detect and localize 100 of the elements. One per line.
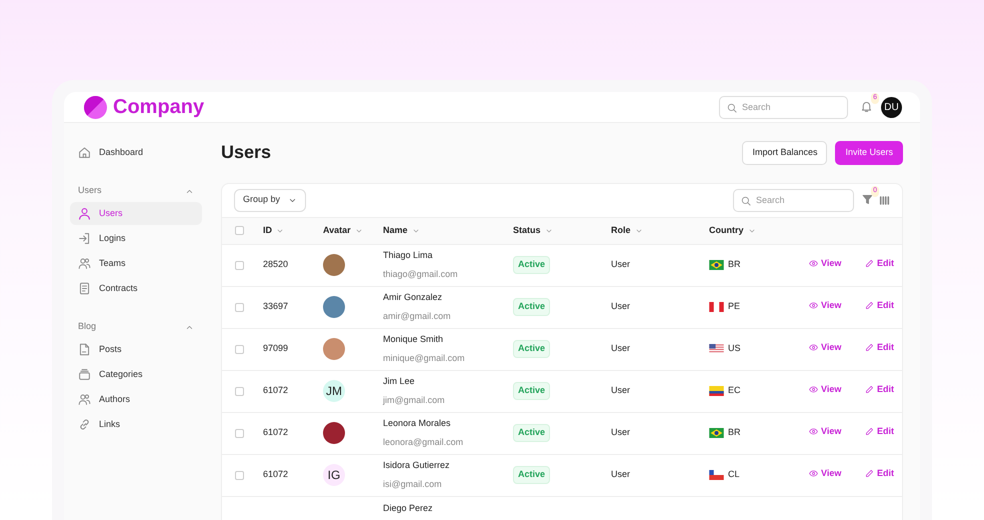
sidebar-item[interactable]: Contracts — [70, 277, 202, 300]
user-role: User — [611, 258, 632, 272]
column-header[interactable]: Status — [513, 224, 541, 238]
user-name: Monique Smith — [383, 333, 444, 346]
view-link[interactable]: View — [809, 341, 842, 355]
edit-link[interactable]: Edit — [865, 467, 894, 481]
column-header[interactable]: ID — [263, 224, 272, 238]
document-icon — [78, 282, 91, 295]
user-id: 61072 — [263, 426, 290, 440]
eye-icon — [809, 343, 818, 352]
flag-icon — [709, 260, 724, 270]
column-header[interactable]: Role — [611, 224, 631, 238]
pencil-icon — [865, 469, 874, 478]
select-all-checkbox[interactable] — [235, 226, 244, 235]
pencil-icon — [865, 259, 874, 268]
search-icon — [727, 102, 737, 112]
view-link[interactable]: View — [809, 425, 842, 439]
user-name: Leonora Morales — [383, 417, 452, 430]
row-checkbox[interactable] — [235, 428, 244, 438]
row-checkbox[interactable] — [235, 470, 244, 480]
status-badge: Active — [513, 466, 550, 484]
pencil-icon — [865, 385, 874, 394]
page-title: Users — [221, 142, 272, 164]
column-header[interactable]: Country — [709, 224, 744, 238]
column-header[interactable]: Avatar — [323, 224, 351, 238]
notifications-button[interactable] — [860, 101, 873, 112]
user-name: Amir Gonzalez — [383, 291, 444, 304]
status-badge: Active — [513, 424, 550, 442]
sidebar-item[interactable]: Posts — [70, 338, 202, 361]
sidebar-item[interactable]: Links — [70, 413, 202, 436]
view-link[interactable]: View — [809, 383, 842, 397]
status-badge: Active — [513, 256, 550, 274]
filter-button[interactable] — [862, 194, 873, 204]
user-role: User — [611, 426, 632, 440]
user-role: User — [611, 342, 632, 356]
eye-icon — [809, 301, 818, 310]
sidebar-item[interactable]: Categories — [70, 363, 202, 386]
user-avatar[interactable]: DU — [881, 96, 902, 118]
country-code: CL — [728, 468, 740, 482]
country-code: US — [728, 342, 741, 356]
flag-icon — [709, 428, 724, 438]
country-code: EC — [728, 384, 741, 398]
avatar-initials: JM — [323, 380, 345, 402]
row-checkbox[interactable] — [235, 260, 244, 270]
status-badge: Active — [513, 298, 550, 316]
view-link[interactable]: View — [809, 257, 842, 271]
pencil-icon — [865, 343, 874, 352]
pencil-icon — [865, 301, 874, 310]
edit-link[interactable]: Edit — [865, 299, 894, 313]
filter-icon — [862, 194, 873, 206]
flag-icon — [709, 302, 724, 312]
invite-button[interactable]: Invite Users — [835, 141, 903, 164]
sidebar-item[interactable]: Dashboard — [70, 141, 202, 164]
eye-icon — [809, 427, 818, 436]
import-button[interactable]: Import Balances — [742, 141, 828, 164]
user-id: 97099 — [263, 342, 290, 356]
search-field[interactable]: Search — [719, 96, 848, 118]
sidebar-item[interactable]: Authors — [70, 388, 202, 411]
status-badge: Active — [513, 382, 550, 400]
eye-icon — [809, 469, 818, 478]
row-checkbox[interactable] — [235, 344, 244, 354]
eye-icon — [809, 385, 818, 394]
edit-link[interactable]: Edit — [865, 383, 894, 397]
user-name: Isidora Gutierrez — [383, 459, 451, 472]
column-header[interactable]: Name — [383, 224, 408, 238]
sidebar-item[interactable]: Logins — [70, 227, 202, 250]
flag-icon — [709, 386, 724, 396]
user-email: isi@gmail.com — [383, 478, 443, 491]
table-search-field[interactable]: Search — [733, 188, 854, 212]
house-icon — [78, 146, 91, 159]
row-checkbox[interactable] — [235, 386, 244, 396]
status-badge: Active — [513, 340, 550, 358]
user-email: jim@gmail.com — [383, 394, 446, 407]
file-icon — [78, 343, 91, 356]
country-code: BR — [728, 426, 741, 440]
row-checkbox[interactable] — [235, 302, 244, 312]
view-link[interactable]: View — [809, 299, 842, 313]
bell-icon — [860, 100, 873, 114]
user-role: User — [611, 468, 632, 482]
view-link[interactable]: View — [809, 467, 842, 481]
edit-link[interactable]: Edit — [865, 341, 894, 355]
user-id: 28520 — [263, 258, 290, 272]
group-by-dropdown[interactable]: Group by — [234, 188, 306, 212]
sidebar-section-toggle[interactable]: Blog — [70, 319, 202, 335]
user-name: Diego Perez — [383, 502, 434, 515]
flag-icon — [709, 344, 724, 354]
sidebar-item[interactable]: Teams — [70, 252, 202, 275]
people-icon — [78, 393, 91, 406]
edit-link[interactable]: Edit — [865, 257, 894, 271]
sidebar-item[interactable]: Users — [70, 202, 202, 225]
edit-link[interactable]: Edit — [865, 425, 894, 439]
user-id: 61072 — [263, 384, 290, 398]
user-name: Jim Lee — [383, 375, 416, 388]
sidebar-section-toggle[interactable]: Users — [70, 183, 202, 199]
columns-icon — [879, 194, 890, 206]
link-icon — [78, 418, 91, 431]
user-id: 61072 — [263, 468, 290, 482]
login-icon — [78, 232, 91, 245]
user-role: User — [611, 384, 632, 398]
user-email: minique@gmail.com — [383, 352, 466, 365]
